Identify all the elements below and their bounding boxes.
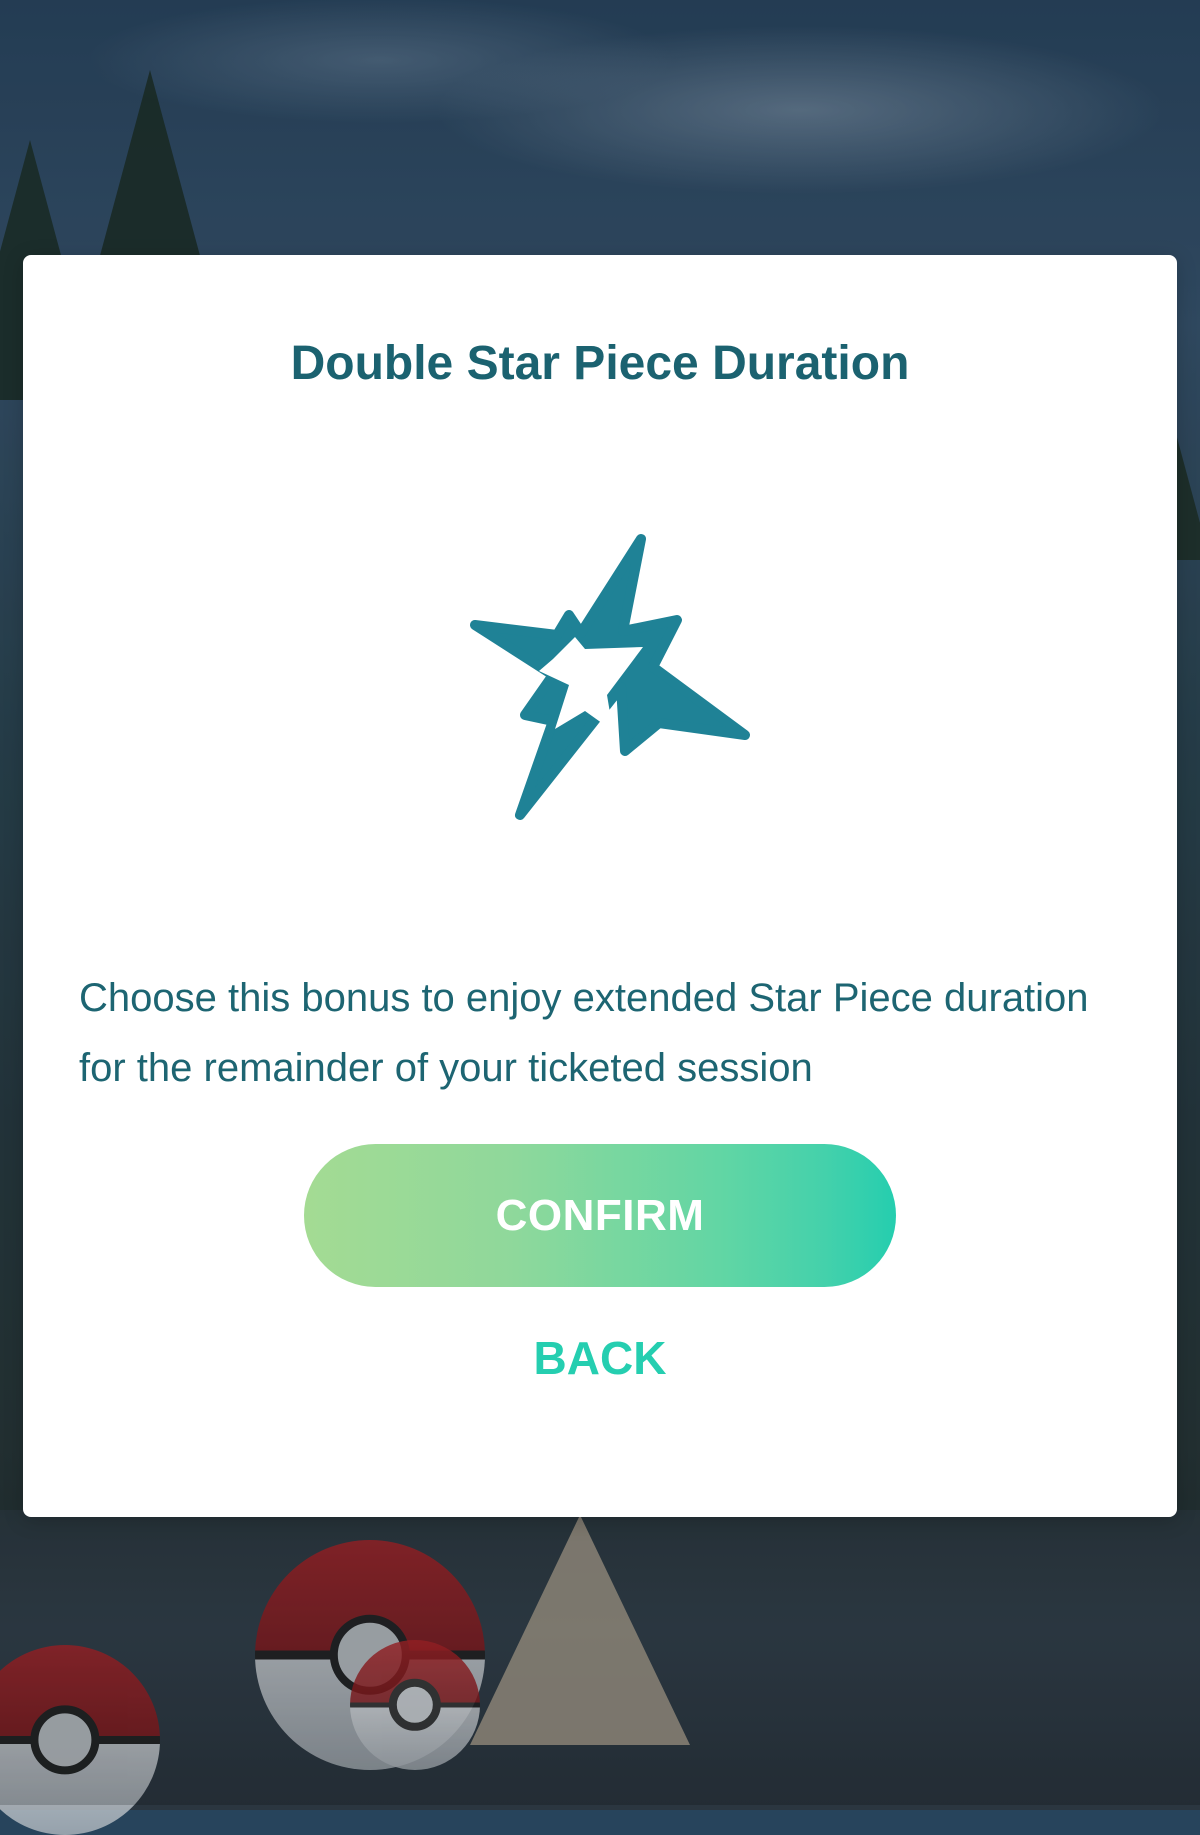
star-piece-icon-container: [23, 525, 1177, 835]
confirm-button[interactable]: CONFIRM: [304, 1144, 896, 1287]
star-piece-icon: [470, 534, 750, 820]
bonus-dialog: Double Star Piece Duration Choose this b…: [23, 255, 1177, 1517]
confirm-button-label: CONFIRM: [495, 1190, 705, 1240]
back-button[interactable]: BACK: [23, 1335, 1177, 1381]
dialog-title: Double Star Piece Duration: [290, 337, 910, 390]
dialog-description: Choose this bonus to enjoy extended Star…: [79, 976, 1089, 1090]
